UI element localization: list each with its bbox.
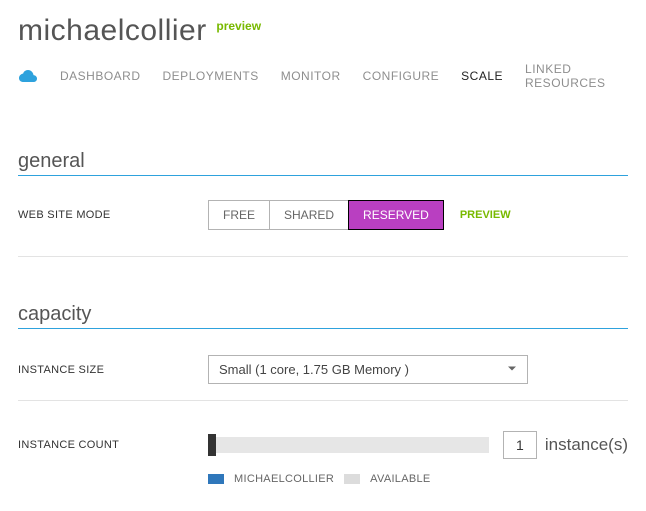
legend-available-label: AVAILABLE [370,473,430,485]
divider [18,256,628,257]
tab-linked-resources[interactable]: LINKED RESOURCES [525,62,628,90]
tab-dashboard[interactable]: DASHBOARD [60,69,141,83]
label-instance-size: INSTANCE SIZE [18,364,208,376]
site-name: michaelcollier [18,14,207,48]
section-title-capacity: capacity [18,303,628,326]
instance-count-suffix: instance(s) [545,435,628,455]
row-instance-size: INSTANCE SIZE Small (1 core, 1.75 GB Mem… [18,355,628,384]
instance-count-input[interactable] [503,431,537,459]
instance-size-value: Small (1 core, 1.75 GB Memory ) [208,355,528,384]
tab-deployments[interactable]: DEPLOYMENTS [163,69,259,83]
mode-toggle-group: FREE SHARED RESERVED [208,200,444,230]
section-rule [18,175,628,176]
divider [18,400,628,401]
legend-used-label: MICHAELCOLLIER [234,473,334,485]
label-web-site-mode: WEB SITE MODE [18,209,208,221]
instance-count-slider[interactable] [208,437,489,453]
preview-tag: preview [216,19,261,33]
mode-option-reserved[interactable]: RESERVED [348,200,444,230]
tab-configure[interactable]: CONFIGURE [363,69,440,83]
mode-option-shared[interactable]: SHARED [270,201,349,229]
tab-monitor[interactable]: MONITOR [281,69,341,83]
slider-handle[interactable] [208,434,216,456]
section-rule [18,328,628,329]
page-header: michaelcollier preview [18,14,628,48]
legend-swatch-used [208,474,224,484]
mode-option-free[interactable]: FREE [209,201,270,229]
instance-size-select[interactable]: Small (1 core, 1.75 GB Memory ) [208,355,528,384]
tab-scale[interactable]: SCALE [461,69,503,83]
instance-legend: MICHAELCOLLIER AVAILABLE [208,473,628,485]
row-web-site-mode: WEB SITE MODE FREE SHARED RESERVED PREVI… [18,200,628,230]
cloud-icon [18,69,38,83]
tab-bar: DASHBOARD DEPLOYMENTS MONITOR CONFIGURE … [18,62,628,90]
label-instance-count: INSTANCE COUNT [18,439,208,451]
mode-preview-badge: PREVIEW [460,209,511,221]
legend-swatch-available [344,474,360,484]
row-instance-count: INSTANCE COUNT instance(s) [18,431,628,459]
section-title-general: general [18,150,628,173]
